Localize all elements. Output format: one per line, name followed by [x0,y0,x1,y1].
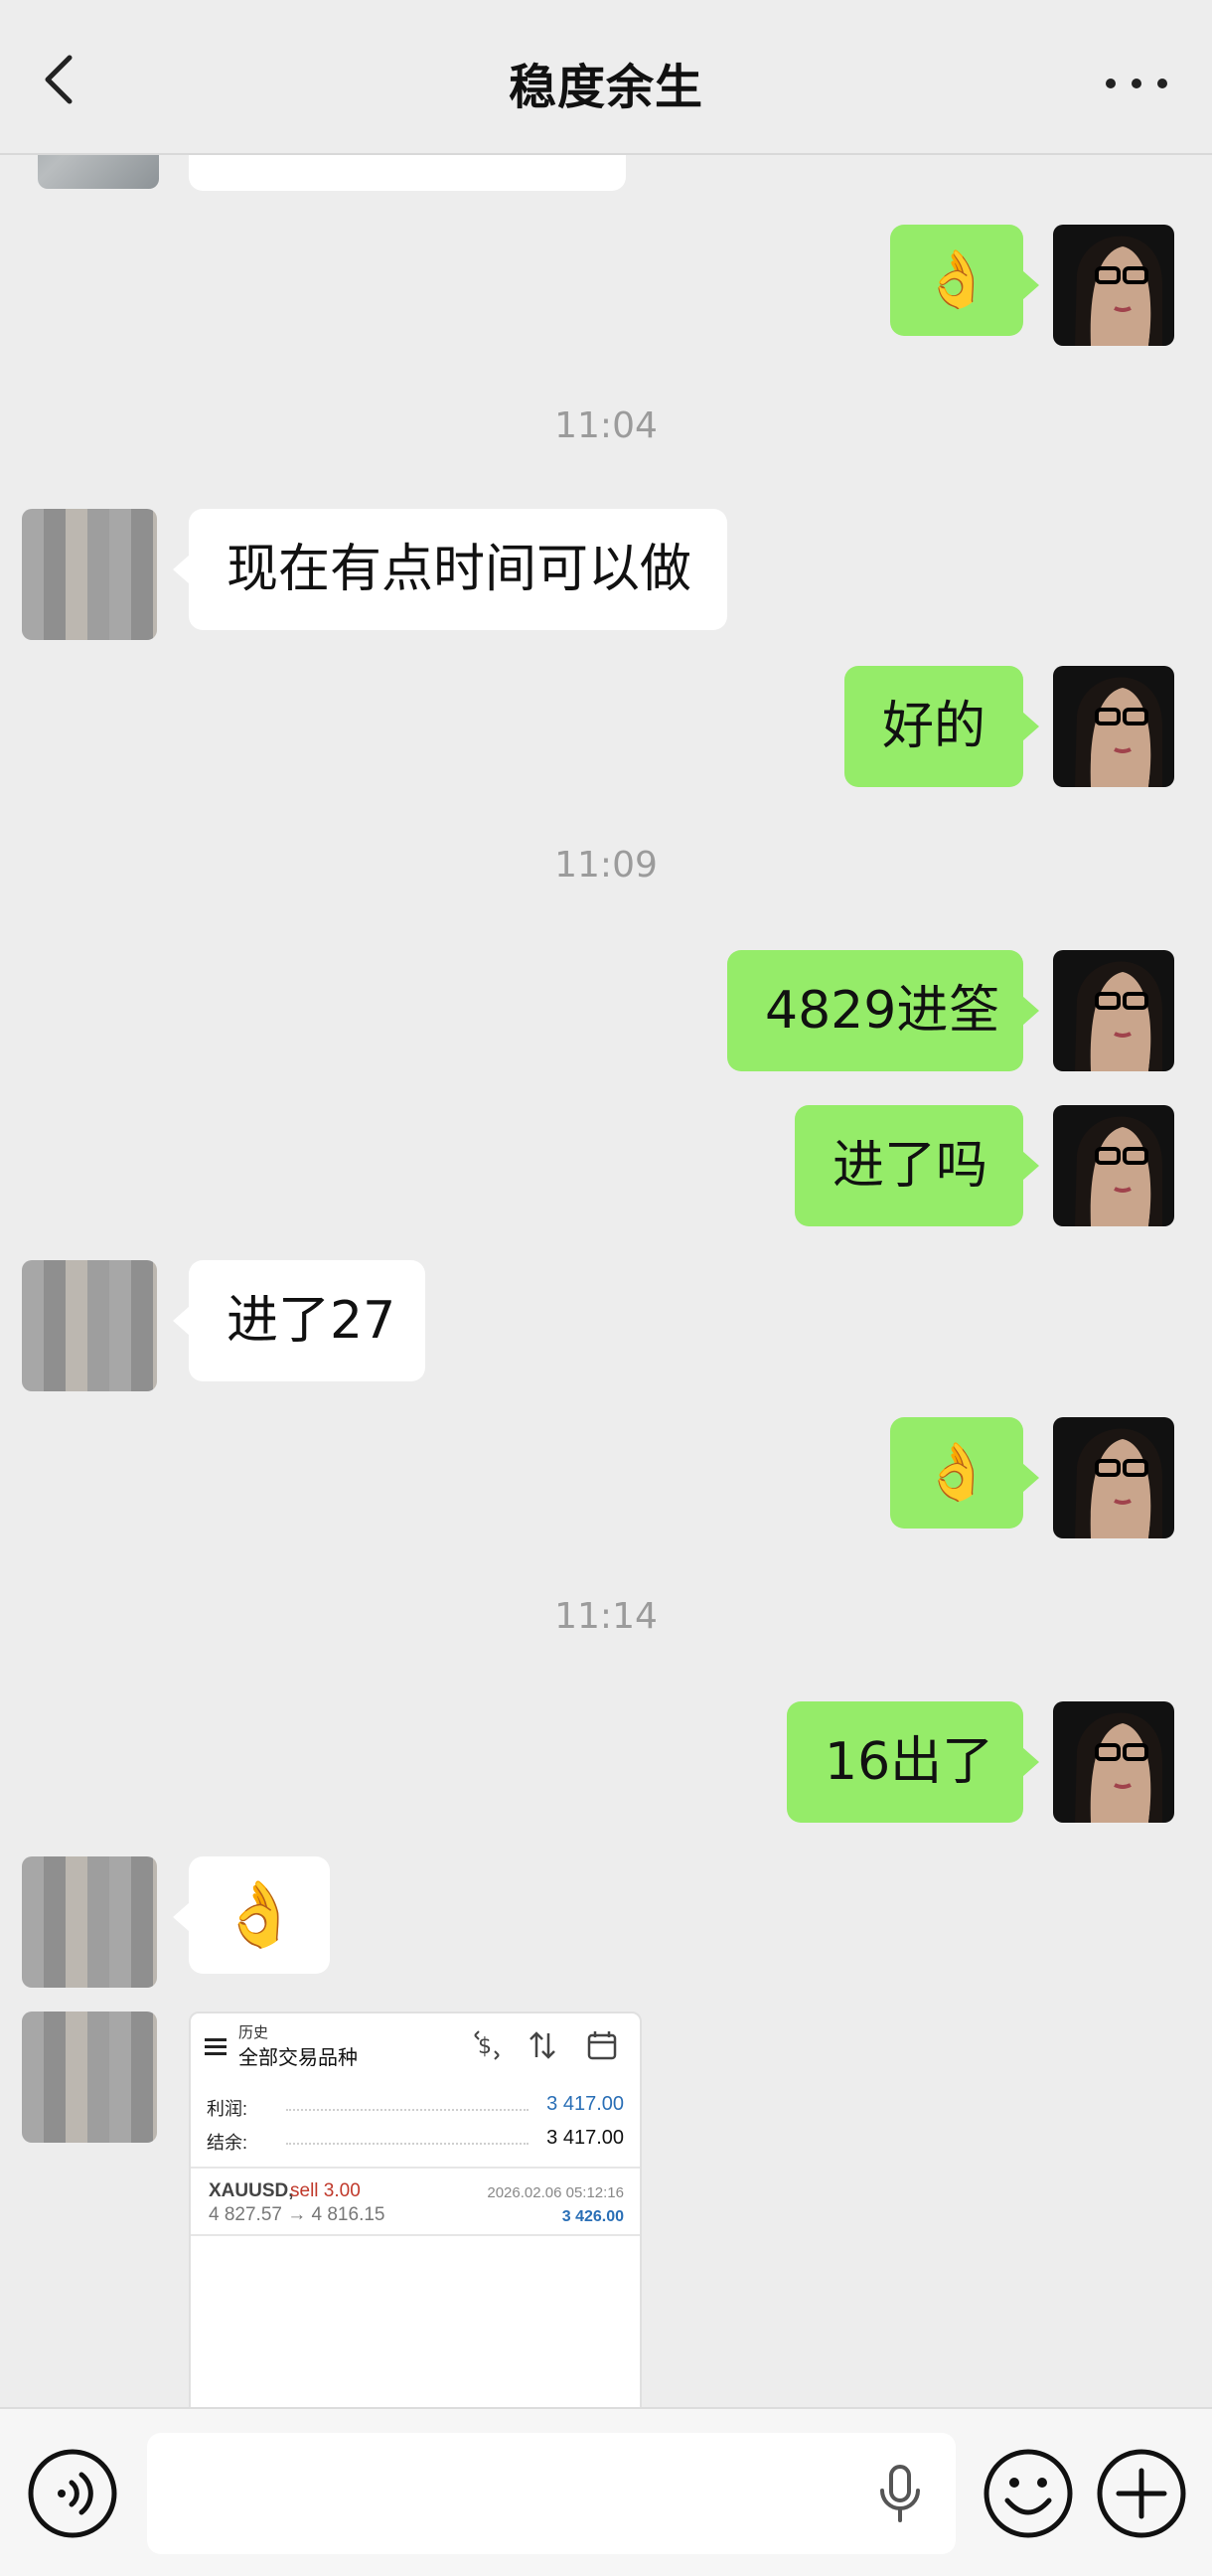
ok-hand-icon: 👌 [922,1440,991,1505]
trade-side: sell 3.00 [290,2180,361,2201]
currency-exchange-icon: $ [474,2030,500,2060]
card-filter-label: 全部交易品种 [238,2047,358,2069]
contact-avatar[interactable] [22,509,157,640]
more-dots-icon [1106,79,1167,88]
trade-symbol: XAUUSD, [209,2180,294,2201]
my-avatar[interactable] [1053,1701,1174,1823]
balance-leader [286,2143,529,2145]
contact-avatar[interactable] [22,2012,157,2143]
profit-value: 3 417.00 [546,2093,624,2115]
sort-icon [530,2031,555,2059]
microphone-icon[interactable] [874,2463,926,2524]
chat-title: 稳度余生 [508,60,703,115]
contact-avatar[interactable] [22,1260,157,1391]
trade-prices: 4 827.57 → 4 816.15 [209,2204,385,2225]
ok-hand-icon: 👌 [922,247,991,312]
message-bubble-out[interactable]: 4829进筌 [727,950,1039,1071]
menu-icon [205,2038,227,2055]
balance-label: 结余: [207,2133,248,2153]
my-avatar[interactable] [1053,950,1174,1071]
calendar-icon [587,2031,617,2060]
voice-icon[interactable] [26,2447,119,2540]
trade-datetime: 2026.02.06 05:12:16 [487,2184,624,2201]
smiley-icon[interactable] [982,2447,1075,2540]
message-bubble-out[interactable]: 👌 [890,1417,1039,1529]
divider [191,2167,640,2169]
profit-leader [286,2109,529,2111]
my-avatar[interactable] [1053,666,1174,787]
timestamp: 11:14 [554,1596,658,1637]
chat-header: 稳度余生 [0,0,1212,155]
svg-text:$: $ [478,2034,492,2059]
message-bubble-in[interactable]: 👌 [173,1856,330,1974]
my-avatar[interactable] [1053,1105,1174,1226]
message-bubble-out[interactable]: 好的 [844,666,1039,787]
message-bubble-out[interactable]: 16出了 [787,1701,1039,1823]
message-input[interactable] [147,2433,956,2554]
trade-pl: 3 426.00 [561,2208,624,2225]
ok-hand-icon: 👌 [220,1878,299,1952]
more-button[interactable] [1097,64,1176,103]
my-avatar[interactable] [1053,225,1174,346]
message-bubble-in[interactable]: 进了27 [173,1260,425,1381]
profit-label: 利润: [207,2099,248,2119]
input-bar [0,2407,1212,2576]
card-section-label: 历史 [238,2024,269,2041]
contact-avatar[interactable] [22,1856,157,1988]
timestamp: 11:04 [554,405,658,446]
balance-value: 3 417.00 [546,2127,624,2149]
message-bubble-out[interactable]: 进了吗 [795,1105,1039,1226]
divider [191,2234,640,2236]
plus-icon[interactable] [1095,2447,1188,2540]
trade-history-screenshot[interactable]: 历史 全部交易品种 $ 利润: 3 417.00 结余: 3 417.00 XA… [189,2012,642,2409]
message-bubble-in[interactable]: 现在有点时间可以做 [173,509,727,630]
message-bubble-out[interactable]: 👌 [890,225,1039,336]
timestamp: 11:09 [554,845,658,886]
my-avatar[interactable] [1053,1417,1174,1538]
